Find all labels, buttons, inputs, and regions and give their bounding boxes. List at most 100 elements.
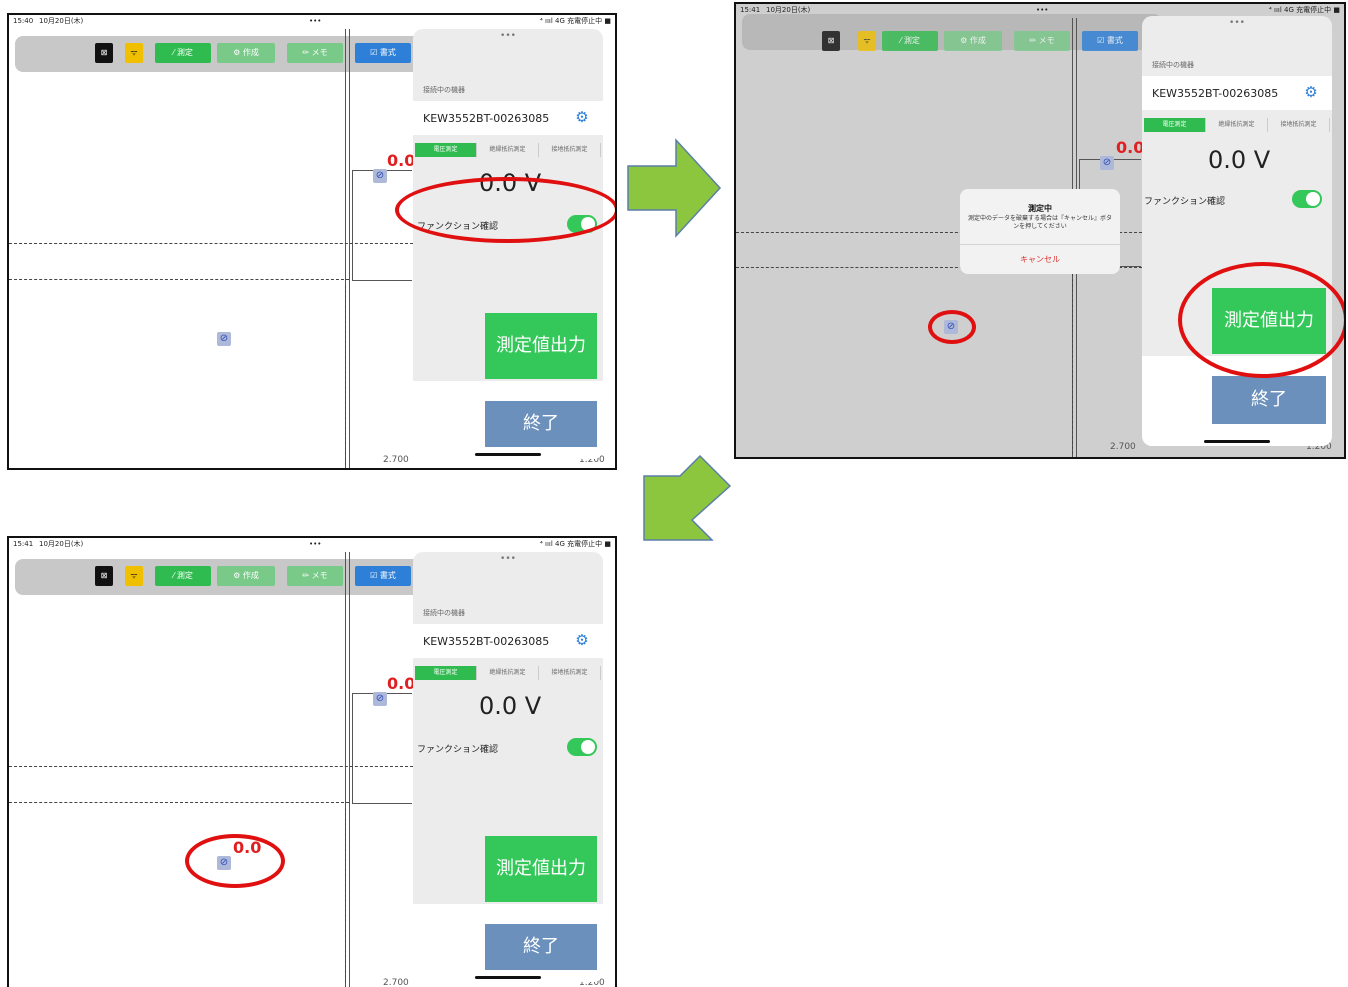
wall-line bbox=[349, 29, 350, 468]
measure-tabs: 電圧測定 絶縁抵抗測定 接地抵抗測定 bbox=[1144, 118, 1330, 132]
create-button[interactable]: ⚙ 作成 bbox=[217, 566, 275, 586]
home-indicator bbox=[475, 976, 541, 979]
tab-insulation[interactable]: 絶縁抵抗測定 bbox=[477, 666, 539, 680]
screenshot-step-3: 15:41 10月20日(木) ••• ⁴ ıııl 4G 充電停止中 ■ ⊠ … bbox=[7, 536, 617, 987]
measure-button[interactable]: ⁄ 測定 bbox=[155, 566, 211, 586]
sensor-icon[interactable]: ⊘ bbox=[373, 692, 387, 706]
output-button[interactable]: 測定値出力 bbox=[485, 836, 597, 902]
sensor-icon[interactable]: ⊘ bbox=[1100, 156, 1114, 170]
gear-icon[interactable]: ⚙ bbox=[1302, 83, 1320, 101]
home-indicator bbox=[1204, 440, 1270, 443]
end-button[interactable]: 終了 bbox=[485, 401, 597, 447]
measurement-panel: ••• 接続中の機器 KEW3552BT-00263085 ⚙ 電圧測定 絶縁抵… bbox=[413, 29, 603, 459]
panel-grabber[interactable]: ••• bbox=[1142, 18, 1332, 28]
grid-line bbox=[345, 285, 346, 465]
format-button[interactable]: ☑ 書式 bbox=[355, 43, 411, 63]
measurement-panel: ••• 接続中の機器 KEW3552BT-00263085 ⚙ 電圧測定 絶縁抵… bbox=[413, 552, 603, 982]
screenshot-step-2: 15:41 10月20日(木) ••• ⁴ ıııl 4G 充電停止中 ■ ⊠ … bbox=[734, 2, 1346, 459]
tab-ground[interactable]: 接地抵抗測定 bbox=[1268, 118, 1330, 132]
highlight-ring bbox=[928, 310, 976, 344]
wall-line bbox=[352, 693, 353, 803]
device-name: KEW3552BT-00263085 bbox=[423, 112, 550, 125]
panel-grabber[interactable]: ••• bbox=[413, 31, 603, 41]
tab-voltage[interactable]: 電圧測定 bbox=[1144, 118, 1206, 132]
format-button[interactable]: ☑ 書式 bbox=[355, 566, 411, 586]
measured-value: 0.0 bbox=[1116, 138, 1145, 157]
down-left-arrow-icon bbox=[643, 454, 732, 541]
connected-label: 接続中の機器 bbox=[1152, 61, 1194, 69]
wifi-button[interactable]: ᯤ bbox=[125, 566, 143, 586]
function-toggle[interactable] bbox=[567, 738, 597, 756]
create-button[interactable]: ⚙ 作成 bbox=[217, 43, 275, 63]
home-indicator bbox=[475, 453, 541, 456]
dialog-cancel-button[interactable]: キャンセル bbox=[960, 254, 1120, 265]
connected-label: 接続中の機器 bbox=[423, 609, 465, 617]
wall-line bbox=[349, 552, 350, 987]
measure-tabs: 電圧測定 絶縁抵抗測定 接地抵抗測定 bbox=[415, 666, 601, 680]
gear-icon[interactable]: ⚙ bbox=[573, 108, 591, 126]
measured-value: 0.0 bbox=[387, 674, 416, 693]
right-arrow-icon bbox=[627, 138, 722, 238]
sensor-icon[interactable]: ⊘ bbox=[217, 332, 231, 346]
voltage-readout: 0.0 V bbox=[479, 692, 542, 720]
function-label: ファンクション確認 bbox=[1144, 197, 1226, 207]
wall-line bbox=[352, 803, 412, 804]
wall-line bbox=[352, 280, 412, 281]
end-button[interactable]: 終了 bbox=[1212, 376, 1326, 424]
status-date: 10月20日(木) bbox=[39, 17, 84, 25]
grid-line bbox=[345, 808, 346, 987]
device-row[interactable]: KEW3552BT-00263085 ⚙ bbox=[413, 101, 603, 135]
wifi-button[interactable]: ᯤ bbox=[125, 43, 143, 63]
sensor-icon[interactable]: ⊘ bbox=[373, 169, 387, 183]
memo-button[interactable]: ✏ メモ bbox=[287, 566, 343, 586]
memo-button[interactable]: ✏ メモ bbox=[1014, 31, 1070, 51]
measuring-dialog: 測定中 測定中のデータを破棄する場合は『キャンセル』ボタンを押してください キャ… bbox=[960, 189, 1120, 274]
dialog-title: 測定中 bbox=[1028, 204, 1052, 213]
grid-line bbox=[9, 802, 349, 803]
screenshot-step-1: 15:40 10月20日(木) ••• ⁴ ıııl 4G 充電停止中 ■ ⊠ … bbox=[7, 13, 617, 470]
function-toggle[interactable] bbox=[1292, 190, 1322, 208]
device-name: KEW3552BT-00263085 bbox=[423, 635, 550, 648]
tab-ground[interactable]: 接地抵抗測定 bbox=[539, 666, 601, 680]
measure-button[interactable]: ⁄ 測定 bbox=[155, 43, 211, 63]
memo-button[interactable]: ✏ メモ bbox=[287, 43, 343, 63]
tab-insulation[interactable]: 絶縁抵抗測定 bbox=[477, 143, 539, 157]
device-row[interactable]: KEW3552BT-00263085 ⚙ bbox=[1142, 76, 1332, 110]
status-bar: 15:40 10月20日(木) ••• ⁴ ıııl 4G 充電停止中 ■ bbox=[9, 15, 615, 27]
measure-tabs: 電圧測定 絶縁抵抗測定 接地抵抗測定 bbox=[415, 143, 601, 157]
highlight-ring bbox=[185, 834, 285, 888]
measure-button[interactable]: ⁄ 測定 bbox=[882, 31, 938, 51]
end-button[interactable]: 終了 bbox=[485, 924, 597, 970]
tab-ground[interactable]: 接地抵抗測定 bbox=[539, 143, 601, 157]
panel-grabber[interactable]: ••• bbox=[413, 554, 603, 564]
voltage-readout: 0.0 V bbox=[1208, 146, 1271, 174]
status-time: 15:41 bbox=[13, 540, 34, 548]
status-right: ⁴ ıııl 4G 充電停止中 ■ bbox=[1269, 6, 1340, 14]
measurement-panel: ••• 接続中の機器 KEW3552BT-00263085 ⚙ 電圧測定 絶縁抵… bbox=[1142, 16, 1332, 446]
connected-label: 接続中の機器 bbox=[423, 86, 465, 94]
device-row[interactable]: KEW3552BT-00263085 ⚙ bbox=[413, 624, 603, 658]
function-label: ファンクション確認 bbox=[417, 745, 499, 755]
dialog-message: 測定中のデータを破棄する場合は『キャンセル』ボタンを押してください bbox=[967, 215, 1112, 230]
grid-line bbox=[9, 243, 413, 244]
gear-icon[interactable]: ⚙ bbox=[573, 631, 591, 649]
status-date: 10月20日(木) bbox=[39, 540, 84, 548]
grid-line bbox=[1072, 274, 1073, 454]
create-button[interactable]: ⚙ 作成 bbox=[944, 31, 1002, 51]
close-button[interactable]: ⊠ bbox=[95, 566, 113, 586]
status-right: ⁴ ıııl 4G 充電停止中 ■ bbox=[540, 540, 611, 548]
format-button[interactable]: ☑ 書式 bbox=[1082, 31, 1138, 51]
status-time: 15:40 bbox=[13, 17, 34, 25]
highlight-ring bbox=[395, 177, 615, 243]
tab-insulation[interactable]: 絶縁抵抗測定 bbox=[1206, 118, 1268, 132]
close-button[interactable]: ⊠ bbox=[95, 43, 113, 63]
output-button[interactable]: 測定値出力 bbox=[485, 313, 597, 379]
scale-label: 2.700 bbox=[1110, 442, 1136, 452]
status-right: ⁴ ıııl 4G 充電停止中 ■ bbox=[540, 17, 611, 25]
status-dots: ••• bbox=[309, 540, 322, 548]
close-button[interactable]: ⊠ bbox=[822, 31, 840, 51]
scale-label: 2.700 bbox=[383, 978, 409, 987]
wifi-button[interactable]: ᯤ bbox=[858, 31, 876, 51]
tab-voltage[interactable]: 電圧測定 bbox=[415, 143, 477, 157]
tab-voltage[interactable]: 電圧測定 bbox=[415, 666, 477, 680]
